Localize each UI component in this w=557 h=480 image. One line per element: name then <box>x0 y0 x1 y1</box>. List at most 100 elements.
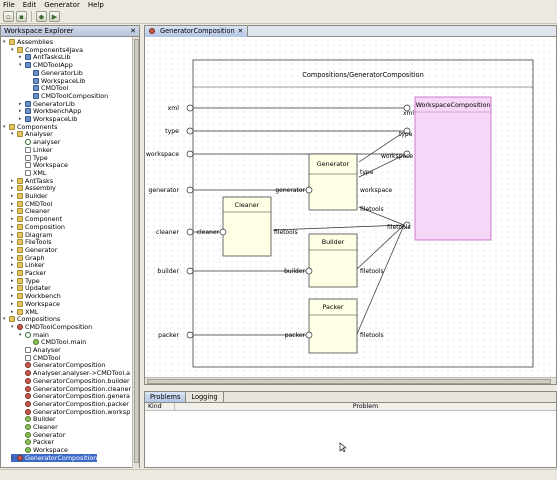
problems-panel: Problems Logging Kind Problem <box>144 391 557 468</box>
port-packer-in[interactable] <box>305 331 313 339</box>
menu-bar: File Edit Generator Help <box>0 0 557 10</box>
port-type[interactable] <box>186 127 194 135</box>
connections <box>190 107 405 336</box>
new-icon[interactable]: ▫ <box>3 11 14 22</box>
folder-icon <box>17 262 23 269</box>
package-icon <box>33 85 39 92</box>
file-icon <box>25 347 31 353</box>
port-label-cleaner: cleaner <box>156 229 179 236</box>
component-workspace-composition[interactable]: WorkspaceComposition xml type workspace … <box>381 96 492 241</box>
tree-scrollbar-thumb[interactable] <box>134 39 139 463</box>
connection-builder-filetools <box>356 224 405 270</box>
file-icon <box>25 154 31 161</box>
port-label-builder-filetools: filetools <box>360 268 384 275</box>
file-icon <box>25 169 31 176</box>
column-kind[interactable]: Kind <box>145 403 175 410</box>
port-packer[interactable] <box>186 331 194 339</box>
workspace-explorer-tab[interactable]: Workspace Explorer ✕ <box>1 26 139 37</box>
close-icon[interactable]: ✕ <box>130 27 136 35</box>
diagram-canvas[interactable]: Compositions/GeneratorComposition xml ty… <box>145 37 556 384</box>
tree-scrollbar[interactable] <box>132 37 139 468</box>
editor-tab[interactable]: GeneratorComposition ✕ <box>145 25 249 37</box>
port-label-cleaner-filetools: filetools <box>274 229 298 236</box>
search-icon <box>25 331 31 338</box>
port-xml[interactable] <box>186 104 194 112</box>
port-label-ws-filetools: filetools <box>387 224 411 231</box>
run-icon[interactable]: ▶ <box>49 11 60 22</box>
save-icon[interactable]: ▪ <box>16 11 27 22</box>
folder-icon <box>17 246 23 253</box>
port-generator[interactable] <box>186 186 194 194</box>
component-title-workspace: WorkspaceComposition <box>416 101 491 109</box>
port-workspace[interactable] <box>186 150 194 158</box>
problems-table-header: Kind Problem <box>145 403 556 411</box>
menu-generator[interactable]: Generator <box>44 1 80 9</box>
package-icon <box>25 100 31 107</box>
folder-icon <box>9 123 15 130</box>
fn-icon <box>25 424 31 430</box>
fn-icon <box>25 416 31 423</box>
folder-icon <box>17 177 23 184</box>
menu-help[interactable]: Help <box>88 1 104 9</box>
port-cleaner-in[interactable] <box>219 228 227 236</box>
port-label-packer-filetools: filetools <box>360 332 384 339</box>
folder-icon <box>17 185 23 192</box>
editor-scrollbar[interactable] <box>145 377 556 384</box>
menu-edit[interactable]: Edit <box>23 1 37 9</box>
folder-icon <box>17 293 23 300</box>
port-label-generator-workspace: workspace <box>360 187 392 194</box>
composition-icon <box>25 408 31 415</box>
port-label-workspace: workspace <box>146 151 179 158</box>
folder-icon <box>17 285 23 292</box>
build-icon[interactable]: ◆ <box>36 11 47 22</box>
fn-icon <box>25 447 31 454</box>
component-cleaner[interactable]: Cleaner cleaner filetools <box>197 196 298 257</box>
column-problem[interactable]: Problem <box>175 403 556 410</box>
component-title-cleaner: Cleaner <box>235 201 260 209</box>
diagram-editor: GeneratorComposition ✕ Compositions/Gene… <box>144 25 557 385</box>
workspace-explorer-title: Workspace Explorer <box>4 27 74 35</box>
port-label-generator-type: type <box>360 169 374 176</box>
search-icon <box>25 139 31 146</box>
port-builder[interactable] <box>186 267 194 275</box>
port-builder-in[interactable] <box>305 267 313 275</box>
toolbar: ▫ ▪ ◆ ▶ <box>0 10 557 24</box>
composition-icon <box>17 454 23 461</box>
folder-icon <box>9 316 15 323</box>
file-icon <box>25 354 31 361</box>
port-label-ws-type: type <box>399 131 413 138</box>
component-generator[interactable]: Generator generator type workspace filet… <box>275 153 392 213</box>
editor-scrollbar-thumb[interactable] <box>147 379 551 384</box>
menu-file[interactable]: File <box>3 1 15 9</box>
close-icon[interactable]: ✕ <box>238 27 244 35</box>
port-label-builder: builder <box>157 268 179 275</box>
package-icon <box>33 92 39 99</box>
composition-icon <box>25 385 31 392</box>
package-icon <box>25 54 31 61</box>
port-generator-in[interactable] <box>305 186 313 194</box>
composition-icon <box>17 323 23 330</box>
port-cleaner[interactable] <box>186 228 194 236</box>
composition-icon <box>25 370 31 377</box>
workspace-tree: ▾ Assemblies ▾ Components4Java ▸ AntTasksLib ▾… <box>1 37 139 467</box>
folder-icon <box>17 216 23 223</box>
tree-item[interactable]: ▸ GeneratorComposition <box>11 453 98 462</box>
folder-icon <box>17 239 23 246</box>
folder-icon <box>17 131 23 138</box>
folder-icon <box>9 39 15 45</box>
package-icon <box>33 77 39 84</box>
package-icon <box>25 62 31 69</box>
package-icon <box>25 116 31 122</box>
port-label-generator: generator <box>148 187 179 194</box>
tab-logging[interactable]: Logging <box>186 392 224 402</box>
folder-icon <box>17 223 23 230</box>
frame-title: Compositions/GeneratorComposition <box>302 71 424 79</box>
port-label-ws-workspace: workspace <box>381 153 413 160</box>
component-builder[interactable]: Builder builder filetools <box>284 233 384 288</box>
folder-icon <box>17 208 23 215</box>
port-label-packer: packer <box>158 332 179 339</box>
tab-problems[interactable]: Problems <box>145 392 187 402</box>
composition-diagram: Compositions/GeneratorComposition xml ty… <box>146 59 534 368</box>
function-icon <box>33 339 39 346</box>
folder-icon <box>17 200 23 207</box>
